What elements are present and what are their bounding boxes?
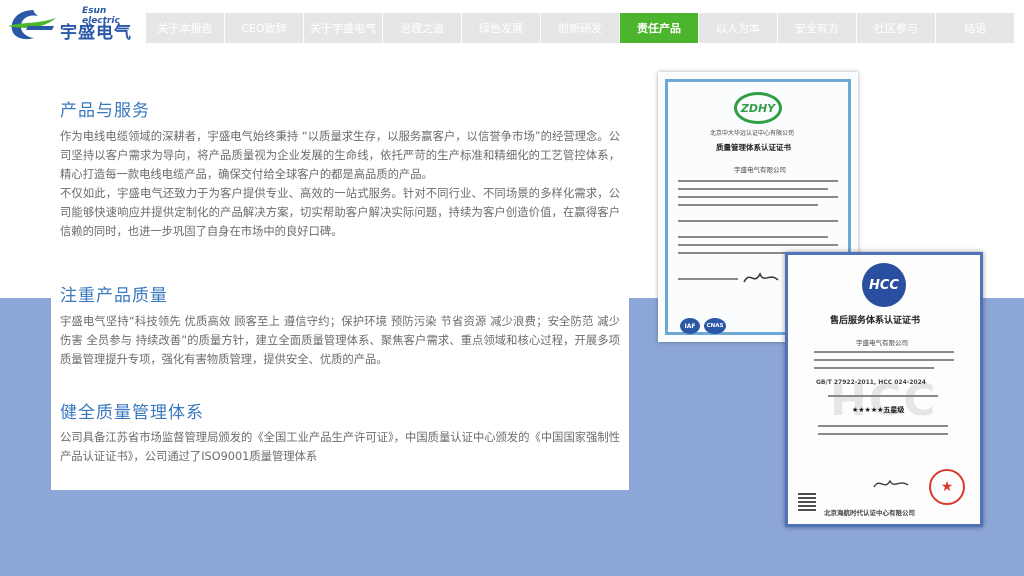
qms-holder: 宇盛电气有限公司 bbox=[734, 166, 786, 174]
section-title-quality-system: 健全质量管理体系 bbox=[60, 403, 204, 423]
cnas-mark: CNAS bbox=[704, 318, 726, 334]
brand-name-cn: 宇盛电气 bbox=[60, 23, 132, 43]
after-sales-standard: GB/T 27922-2011, HCC 024-2024 bbox=[816, 379, 926, 386]
cert-text-line bbox=[678, 196, 838, 198]
tab-conclusion[interactable]: 结语 bbox=[936, 13, 1014, 43]
section-body-quality-focus: 宇盛电气坚持“科技领先 优质高效 顾客至上 遵信守约；保护环境 预防污染 节省资… bbox=[60, 312, 620, 369]
after-sales-certificate-image: HCC HCC 售后服务体系认证证书 宇盛电气有限公司 GB/T 27922-2… bbox=[785, 252, 983, 527]
tab-innovation[interactable]: 创新研发 bbox=[541, 13, 619, 43]
section-body-quality-system: 公司具备江苏省市场监督管理局颁发的《全国工业产品生产许可证》，中国质量认证中心颁… bbox=[60, 428, 620, 466]
paragraph: 宇盛电气坚持“科技领先 优质高效 顾客至上 遵信守约；保护环境 预防污染 节省资… bbox=[60, 315, 620, 366]
paragraph: 作为电线电缆领域的深耕者，宇盛电气始终秉持 “以质量求生存，以服务赢客户，以信誉… bbox=[60, 130, 620, 181]
qms-title: 质量管理体系认证证书 bbox=[716, 143, 791, 152]
tab-about-report[interactable]: 关于本报告 bbox=[146, 13, 224, 43]
paragraph: 不仅如此，宇盛电气还致力于为客户提供专业、高效的一站式服务。针对不同行业、不同场… bbox=[60, 187, 620, 238]
cert-text-line bbox=[818, 425, 948, 427]
cert-text-line bbox=[818, 433, 948, 435]
qms-issuer: 北京中大华远认证中心有限公司 bbox=[710, 130, 795, 137]
qr-code-icon bbox=[798, 493, 816, 511]
tab-about-company[interactable]: 关于宇盛电气 bbox=[304, 13, 382, 43]
cert-text-line bbox=[828, 395, 938, 397]
after-sales-rating: ★★★★★五星级 bbox=[852, 406, 905, 414]
after-sales-title: 售后服务体系认证证书 bbox=[830, 316, 921, 326]
tab-green-development[interactable]: 绿色发展 bbox=[462, 13, 540, 43]
cert-text-line bbox=[814, 367, 934, 369]
cert-text-line bbox=[678, 278, 738, 280]
signature-icon bbox=[873, 479, 909, 488]
cert-text-line bbox=[678, 188, 828, 190]
cert-text-line bbox=[678, 220, 838, 222]
hcc-logo: HCC bbox=[862, 263, 906, 307]
brand-logo: Esun electric 宇盛电气 bbox=[4, 4, 144, 44]
after-sales-issuer: 北京海航时代认证中心有限公司 bbox=[824, 509, 915, 517]
cert-text-line bbox=[814, 359, 954, 361]
tab-responsible-products[interactable]: 责任产品 bbox=[620, 13, 698, 43]
section-title-quality-focus: 注重产品质量 bbox=[60, 286, 168, 306]
hcc-logo-text: HCC bbox=[869, 277, 899, 293]
cert-text-line bbox=[814, 351, 954, 353]
zdhy-logo: ZDHY bbox=[734, 92, 782, 124]
zdhy-logo-text: ZDHY bbox=[740, 101, 776, 115]
tab-people-oriented[interactable]: 以人为本 bbox=[699, 13, 777, 43]
tab-ceo-message[interactable]: CEO致辞 bbox=[225, 13, 303, 43]
cert-text-line bbox=[678, 180, 838, 182]
section-body-product-service: 作为电线电缆领域的深耕者，宇盛电气始终秉持 “以质量求生存，以服务赢客户，以信誉… bbox=[60, 127, 620, 241]
tab-safety[interactable]: 安全有方 bbox=[778, 13, 856, 43]
cert-text-line bbox=[678, 236, 828, 238]
tab-governance[interactable]: 治理之道 bbox=[383, 13, 461, 43]
official-seal-icon bbox=[929, 469, 965, 505]
iaf-mark: IAF bbox=[680, 318, 700, 334]
tab-community[interactable]: 社区参与 bbox=[857, 13, 935, 43]
cert-text-line bbox=[678, 204, 818, 206]
cert-text-line bbox=[678, 244, 838, 246]
signature-icon bbox=[743, 272, 779, 283]
after-sales-holder: 宇盛电气有限公司 bbox=[856, 339, 908, 347]
logo-leaf-icon bbox=[8, 10, 56, 40]
top-nav: 关于本报告 CEO致辞 关于宇盛电气 治理之道 绿色发展 创新研发 责任产品 以… bbox=[146, 13, 1014, 43]
header: Esun electric 宇盛电气 关于本报告 CEO致辞 关于宇盛电气 治理… bbox=[0, 0, 1024, 46]
paragraph: 公司具备江苏省市场监督管理局颁发的《全国工业产品生产许可证》，中国质量认证中心颁… bbox=[60, 431, 620, 463]
section-title-product-service: 产品与服务 bbox=[60, 101, 150, 121]
